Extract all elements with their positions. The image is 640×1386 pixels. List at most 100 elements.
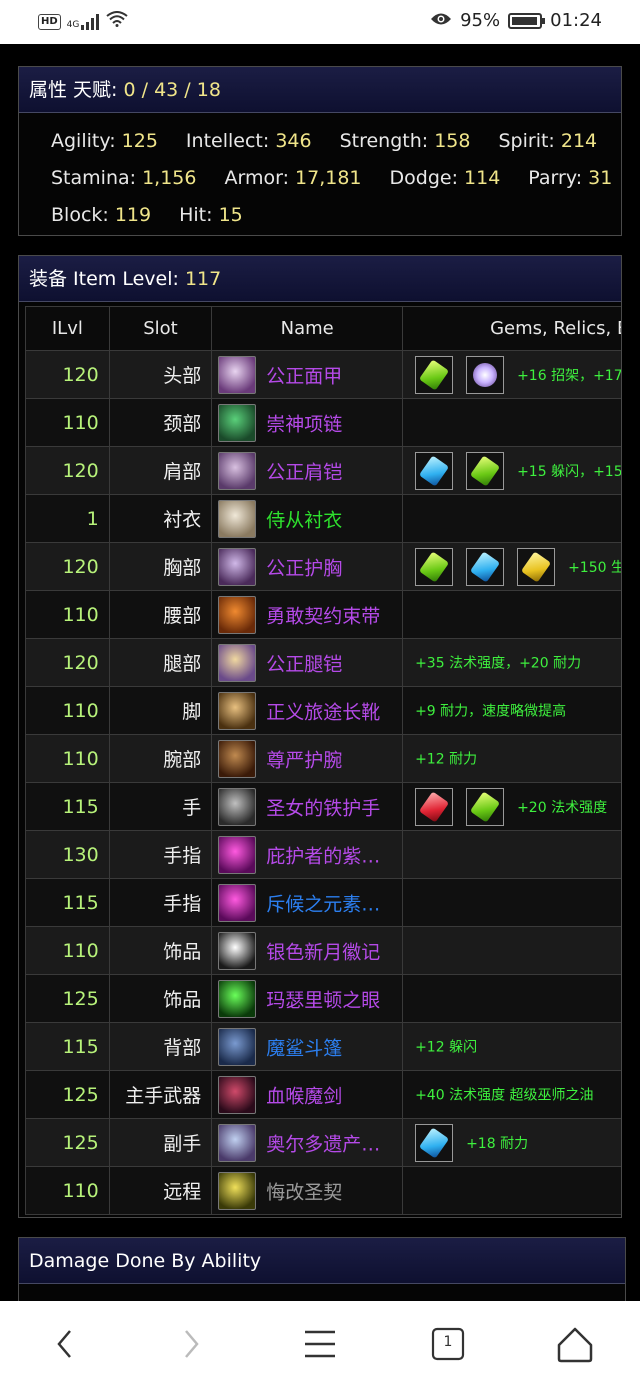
item-ilvl: 110 xyxy=(25,398,110,447)
item-enchant-text: +9 耐力，速度略微提高 xyxy=(415,703,567,720)
attribute-list: Agility: 125 Intellect: 346 Strength: 158 S… xyxy=(19,113,621,234)
attribute-label: Strength: xyxy=(339,130,429,152)
table-row[interactable]: 115 背部 魔鲨斗篷 +12 躲闪 xyxy=(25,1022,621,1071)
table-row[interactable]: 1 衬衣 侍从衬衣 xyxy=(25,494,621,543)
attribute-item: Stamina: 1,156 xyxy=(51,160,196,197)
table-row[interactable]: 110 脚 正义旅途长靴 +9 耐力，速度略微提高 xyxy=(25,686,621,735)
table-row[interactable]: 125 饰品 玛瑟里顿之眼 xyxy=(25,974,621,1023)
item-slot: 手 xyxy=(108,782,213,831)
orb-icon[interactable] xyxy=(218,979,257,1018)
table-row[interactable]: 110 腰部 勇敢契约束带 xyxy=(25,590,621,639)
tabs-button[interactable]: 1 xyxy=(425,1321,471,1367)
attribute-label: Dodge: xyxy=(389,167,458,189)
belt-icon[interactable] xyxy=(218,595,257,634)
table-row[interactable]: 120 腿部 公正腿铠 +35 法术强度，+20 耐力 xyxy=(25,638,621,687)
green-gem-icon[interactable] xyxy=(415,547,454,586)
item-ilvl: 110 xyxy=(25,590,110,639)
table-row[interactable]: 110 远程 悔改圣契 xyxy=(25,1166,621,1215)
shield-icon[interactable] xyxy=(218,1123,257,1162)
table-row[interactable]: 130 手指 庇护者的紫… xyxy=(25,830,621,879)
item-name-link[interactable]: 奥尔多遗产… xyxy=(266,1133,380,1155)
item-gems-cell: +150 生命 xyxy=(402,542,621,591)
column-gems[interactable]: Gems, Relics, Enc xyxy=(402,306,621,351)
column-name[interactable]: Name xyxy=(211,306,404,351)
table-row[interactable]: 110 腕部 尊严护腕 +12 耐力 xyxy=(25,734,621,783)
item-ilvl: 130 xyxy=(25,830,110,879)
blue-gem-icon[interactable] xyxy=(415,451,454,490)
item-gems-cell: +40 法术强度 超级巫师之油 xyxy=(402,1070,621,1119)
green-gem-icon[interactable] xyxy=(415,355,454,394)
item-ilvl: 110 xyxy=(25,734,110,783)
green-gem-icon[interactable] xyxy=(466,787,505,826)
attribute-value: 158 xyxy=(434,130,471,152)
item-name-link[interactable]: 勇敢契约束带 xyxy=(266,605,380,627)
bracer-icon[interactable] xyxy=(218,739,257,778)
boots-icon[interactable] xyxy=(218,691,257,730)
item-name-cell: 悔改圣契 xyxy=(211,1166,404,1215)
item-name-link[interactable]: 公正肩铠 xyxy=(266,461,342,483)
attribute-value: 15 xyxy=(218,204,243,226)
libram-icon[interactable] xyxy=(218,1171,257,1210)
item-name-link[interactable]: 庇护者的紫… xyxy=(266,845,380,867)
item-name-link[interactable]: 银色新月徽记 xyxy=(266,941,380,963)
back-button[interactable] xyxy=(42,1321,88,1367)
attribute-label: Armor: xyxy=(224,167,289,189)
home-button[interactable] xyxy=(552,1321,598,1367)
equipment-header: 装备 Item Level: 117 xyxy=(19,256,621,302)
table-row[interactable]: 125 主手武器 血喉魔剑 +40 法术强度 超级巫师之油 xyxy=(25,1070,621,1119)
table-row[interactable]: 120肩部 公正肩铠 +15 躲闪，+15 耐 xyxy=(25,446,621,495)
item-ilvl: 115 xyxy=(25,782,110,831)
shoulder-icon[interactable] xyxy=(218,451,257,490)
item-name-link[interactable]: 正义旅途长靴 xyxy=(266,701,380,723)
item-slot: 饰品 xyxy=(108,926,213,975)
item-name-link[interactable]: 侍从衬衣 xyxy=(266,509,342,531)
attribute-item: Strength: 158 xyxy=(340,123,471,160)
signal-icon: 4G xyxy=(67,13,101,30)
item-name-link[interactable]: 玛瑟里顿之眼 xyxy=(266,989,380,1011)
sword-icon[interactable] xyxy=(218,1075,257,1114)
ring-icon[interactable] xyxy=(218,835,257,874)
item-ilvl: 115 xyxy=(25,1022,110,1071)
table-row[interactable]: 115 手指 斥候之元素… xyxy=(25,878,621,927)
ring-icon[interactable] xyxy=(218,883,257,922)
item-name-link[interactable]: 尊严护腕 xyxy=(266,749,342,771)
meta-gem-icon[interactable] xyxy=(466,355,505,394)
item-name-link[interactable]: 公正护胸 xyxy=(266,557,342,579)
item-name-link[interactable]: 血喉魔剑 xyxy=(266,1085,342,1107)
table-row[interactable]: 120头部 公正面甲 +16 招架，+17 躲 xyxy=(25,350,621,399)
blue-gem-icon[interactable] xyxy=(415,1123,454,1162)
blue-gem-icon[interactable] xyxy=(466,547,505,586)
legs-icon[interactable] xyxy=(218,643,257,682)
item-name-link[interactable]: 崇神项链 xyxy=(266,413,342,435)
table-row[interactable]: 115 手 圣女的铁护手 +20 法术强度 xyxy=(25,782,621,831)
red-gem-icon[interactable] xyxy=(415,787,454,826)
attribute-value: 214 xyxy=(560,130,598,152)
item-level-value: 117 xyxy=(184,268,222,290)
gauntlets-icon[interactable] xyxy=(218,787,257,826)
chest-icon[interactable] xyxy=(218,547,257,586)
forward-button[interactable] xyxy=(168,1321,214,1367)
table-row[interactable]: 125 副手 奥尔多遗产… +18 耐力 xyxy=(25,1118,621,1167)
item-name-link[interactable]: 圣女的铁护手 xyxy=(266,797,380,819)
item-name-link[interactable]: 公正面甲 xyxy=(266,365,342,387)
clock: 01:24 xyxy=(550,10,602,31)
column-ilvl[interactable]: ILvl xyxy=(25,306,110,351)
necklace-icon[interactable] xyxy=(218,403,257,442)
item-name-link[interactable]: 公正腿铠 xyxy=(266,653,342,675)
cloak-icon[interactable] xyxy=(218,1027,257,1066)
item-name-link[interactable]: 悔改圣契 xyxy=(266,1181,342,1203)
helm-icon[interactable] xyxy=(218,355,257,394)
item-name-link[interactable]: 斥候之元素… xyxy=(266,893,380,915)
shirt-icon[interactable] xyxy=(218,499,257,538)
item-name-link[interactable]: 魔鲨斗篷 xyxy=(266,1037,342,1059)
table-row[interactable]: 110 颈部 崇神项链 xyxy=(25,398,621,447)
table-row[interactable]: 120胸部 公正护胸 +150 生命 xyxy=(25,542,621,591)
table-row[interactable]: 110 饰品 银色新月徽记 xyxy=(25,926,621,975)
crescent-icon[interactable] xyxy=(218,931,257,970)
menu-button[interactable] xyxy=(297,1321,343,1367)
item-slot: 手指 xyxy=(108,830,213,879)
column-slot[interactable]: Slot xyxy=(108,306,213,351)
yellow-gem-icon[interactable] xyxy=(517,547,556,586)
green-gem-icon[interactable] xyxy=(466,451,505,490)
item-enchant-text: +12 耐力 xyxy=(415,751,478,768)
